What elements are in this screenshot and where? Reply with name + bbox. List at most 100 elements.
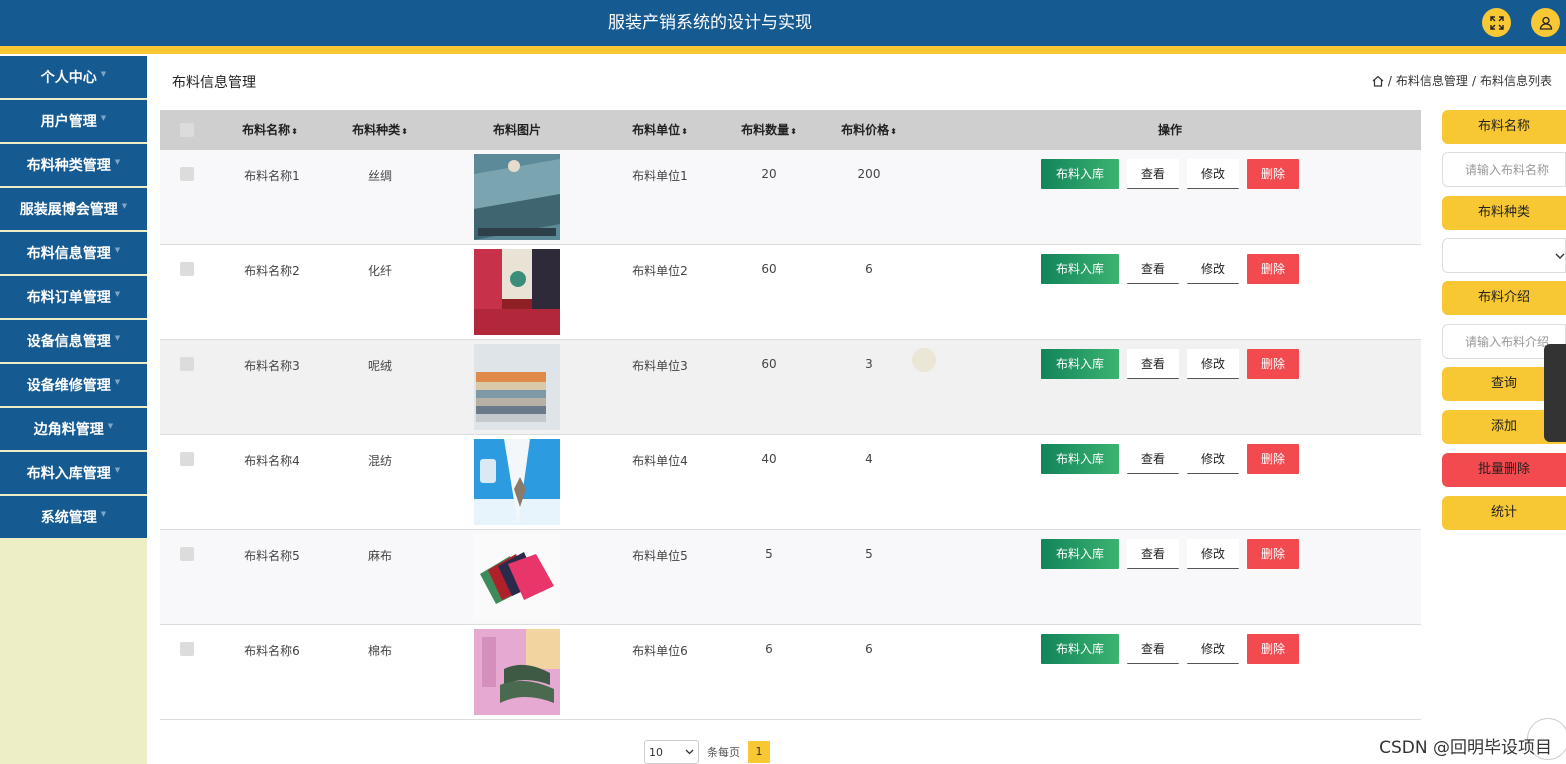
cell-type: 丝绸 bbox=[367, 169, 392, 183]
delete-button[interactable]: 删除 bbox=[1247, 444, 1299, 474]
breadcrumb: / 布料信息管理 / 布料信息列表 bbox=[1372, 72, 1552, 89]
sidebar-item-user-management[interactable]: 用户管理 ▼ bbox=[0, 100, 147, 142]
chevron-down-icon: ▼ bbox=[114, 334, 121, 342]
edit-button[interactable]: 修改 bbox=[1187, 349, 1239, 379]
delete-button[interactable]: 删除 bbox=[1247, 159, 1299, 189]
home-icon[interactable] bbox=[1372, 75, 1384, 87]
chevron-down-icon bbox=[1555, 253, 1565, 259]
chevron-down-icon: ▼ bbox=[114, 466, 121, 474]
delete-button[interactable]: 删除 bbox=[1247, 254, 1299, 284]
cell-name: 布料名称4 bbox=[244, 454, 300, 468]
sidebar-item-fashion-expo[interactable]: 服装展博会管理 ▼ bbox=[0, 188, 147, 230]
sidebar-item-system[interactable]: 系统管理 ▼ bbox=[0, 496, 147, 538]
cell-qty: 60 bbox=[761, 262, 777, 276]
sidebar-item-fabric-stock[interactable]: 布料入库管理 ▼ bbox=[0, 452, 147, 494]
cell-unit: 布料单位1 bbox=[632, 169, 688, 183]
fabric-image[interactable] bbox=[474, 154, 560, 240]
select-all-checkbox[interactable] bbox=[180, 123, 194, 137]
delete-button[interactable]: 删除 bbox=[1247, 349, 1299, 379]
row-checkbox[interactable] bbox=[180, 167, 194, 181]
column-header-image: 布料图片 bbox=[492, 123, 541, 137]
view-button[interactable]: 查看 bbox=[1127, 539, 1179, 569]
stock-in-button[interactable]: 布料入库 bbox=[1041, 349, 1119, 379]
sidebar-item-fabric-info[interactable]: 布料信息管理 ▼ bbox=[0, 232, 147, 274]
column-header-price[interactable]: 布料价格⬍ bbox=[829, 110, 909, 150]
column-header-name[interactable]: 布料名称⬍ bbox=[230, 110, 310, 150]
column-header-qty[interactable]: 布料数量⬍ bbox=[729, 110, 809, 150]
stats-button[interactable]: 统计 bbox=[1442, 496, 1566, 530]
search-intro-label: 布料介绍 bbox=[1442, 281, 1566, 315]
row-checkbox[interactable] bbox=[180, 642, 194, 656]
user-button[interactable] bbox=[1531, 8, 1560, 37]
edit-button[interactable]: 修改 bbox=[1187, 539, 1239, 569]
delete-button[interactable]: 删除 bbox=[1247, 634, 1299, 664]
fullscreen-button[interactable] bbox=[1482, 8, 1511, 37]
stock-in-button[interactable]: 布料入库 bbox=[1041, 634, 1119, 664]
cell-unit: 布料单位2 bbox=[632, 264, 688, 278]
view-button[interactable]: 查看 bbox=[1127, 349, 1179, 379]
fabric-image[interactable] bbox=[474, 629, 560, 715]
stock-in-button[interactable]: 布料入库 bbox=[1041, 254, 1119, 284]
page-size-select[interactable]: 10 bbox=[644, 740, 699, 764]
edit-button[interactable]: 修改 bbox=[1187, 444, 1239, 474]
app-title: 服装产销系统的设计与实现 bbox=[608, 13, 812, 33]
cell-type: 呢绒 bbox=[367, 359, 392, 373]
cell-qty: 6 bbox=[765, 642, 773, 656]
delete-button[interactable]: 删除 bbox=[1247, 539, 1299, 569]
column-header-unit[interactable]: 布料单位⬍ bbox=[620, 110, 700, 150]
fabric-image[interactable] bbox=[474, 344, 560, 430]
search-type-select[interactable] bbox=[1442, 238, 1566, 273]
view-button[interactable]: 查看 bbox=[1127, 444, 1179, 474]
sidebar-item-fabric-type[interactable]: 布料种类管理 ▼ bbox=[0, 144, 147, 186]
cell-type: 化纤 bbox=[367, 264, 392, 278]
row-checkbox[interactable] bbox=[180, 452, 194, 466]
edit-button[interactable]: 修改 bbox=[1187, 634, 1239, 664]
search-name-input[interactable]: 请输入布料名称 bbox=[1442, 152, 1566, 187]
table-row: 布料名称4 混纺 布料单位4 40 4 布料入库 查看 修改 删除 bbox=[160, 435, 1421, 530]
table-row: 布料名称6 棉布 布料单位6 6 6 布料入库 查看 修改 删除 bbox=[160, 625, 1421, 720]
breadcrumb-level1[interactable]: 布料信息管理 bbox=[1396, 72, 1468, 89]
row-checkbox[interactable] bbox=[180, 547, 194, 561]
cell-qty: 40 bbox=[761, 452, 777, 466]
row-actions: 布料入库 查看 修改 删除 bbox=[1041, 159, 1299, 189]
edit-button[interactable]: 修改 bbox=[1187, 159, 1239, 189]
table-body: 布料名称1 丝绸 布料单位1 20 200 布料入库 查看 修改 删除 布料名称… bbox=[160, 150, 1421, 720]
sidebar-item-device-info[interactable]: 设备信息管理 ▼ bbox=[0, 320, 147, 362]
fabric-image[interactable] bbox=[474, 249, 560, 335]
sidebar-item-device-repair[interactable]: 设备维修管理 ▼ bbox=[0, 364, 147, 406]
expand-icon bbox=[1489, 15, 1504, 30]
stock-in-button[interactable]: 布料入库 bbox=[1041, 159, 1119, 189]
table-row: 布料名称5 麻布 布料单位5 5 5 布料入库 查看 修改 删除 bbox=[160, 530, 1421, 625]
sidebar-item-scraps[interactable]: 边角料管理 ▼ bbox=[0, 408, 147, 450]
cell-price: 3 bbox=[865, 357, 873, 371]
fabric-table: 布料名称⬍ 布料种类⬍ 布料图片 布料单位⬍ 布料数量⬍ 布料价格⬍ 操作 布料… bbox=[160, 110, 1421, 720]
cell-name: 布料名称1 bbox=[244, 169, 300, 183]
row-actions: 布料入库 查看 修改 删除 bbox=[1041, 634, 1299, 664]
table-row: 布料名称3 呢绒 布料单位3 60 3 布料入库 查看 修改 删除 bbox=[160, 340, 1421, 435]
view-button[interactable]: 查看 bbox=[1127, 254, 1179, 284]
per-page-label: 条每页 bbox=[707, 746, 740, 759]
sidebar-item-fabric-order[interactable]: 布料订单管理 ▼ bbox=[0, 276, 147, 318]
column-header-type[interactable]: 布料种类⬍ bbox=[340, 110, 420, 150]
stock-in-button[interactable]: 布料入库 bbox=[1041, 539, 1119, 569]
side-drawer-tab[interactable] bbox=[1544, 344, 1566, 442]
edit-button[interactable]: 修改 bbox=[1187, 254, 1239, 284]
cell-qty: 20 bbox=[761, 167, 777, 181]
breadcrumb-level2: 布料信息列表 bbox=[1479, 74, 1552, 88]
row-checkbox[interactable] bbox=[180, 262, 194, 276]
view-button[interactable]: 查看 bbox=[1127, 634, 1179, 664]
view-button[interactable]: 查看 bbox=[1127, 159, 1179, 189]
fabric-image[interactable] bbox=[474, 534, 560, 620]
stock-in-button[interactable]: 布料入库 bbox=[1041, 444, 1119, 474]
batch-delete-button[interactable]: 批量删除 bbox=[1442, 453, 1566, 487]
row-actions: 布料入库 查看 修改 删除 bbox=[1041, 539, 1299, 569]
cell-qty: 5 bbox=[765, 547, 773, 561]
fabric-image[interactable] bbox=[474, 439, 560, 525]
row-checkbox[interactable] bbox=[180, 357, 194, 371]
chevron-down-icon: ▼ bbox=[107, 422, 114, 430]
page-number-current[interactable]: 1 bbox=[748, 741, 770, 763]
row-actions: 布料入库 查看 修改 删除 bbox=[1041, 254, 1299, 284]
sidebar-item-personal-center[interactable]: 个人中心 ▼ bbox=[0, 56, 147, 98]
header-stripe bbox=[0, 46, 1566, 54]
sidebar: 个人中心 ▼ 用户管理 ▼ 布料种类管理 ▼ 服装展博会管理 ▼ 布料信息管理 ▼ 布料订… bbox=[0, 56, 147, 764]
